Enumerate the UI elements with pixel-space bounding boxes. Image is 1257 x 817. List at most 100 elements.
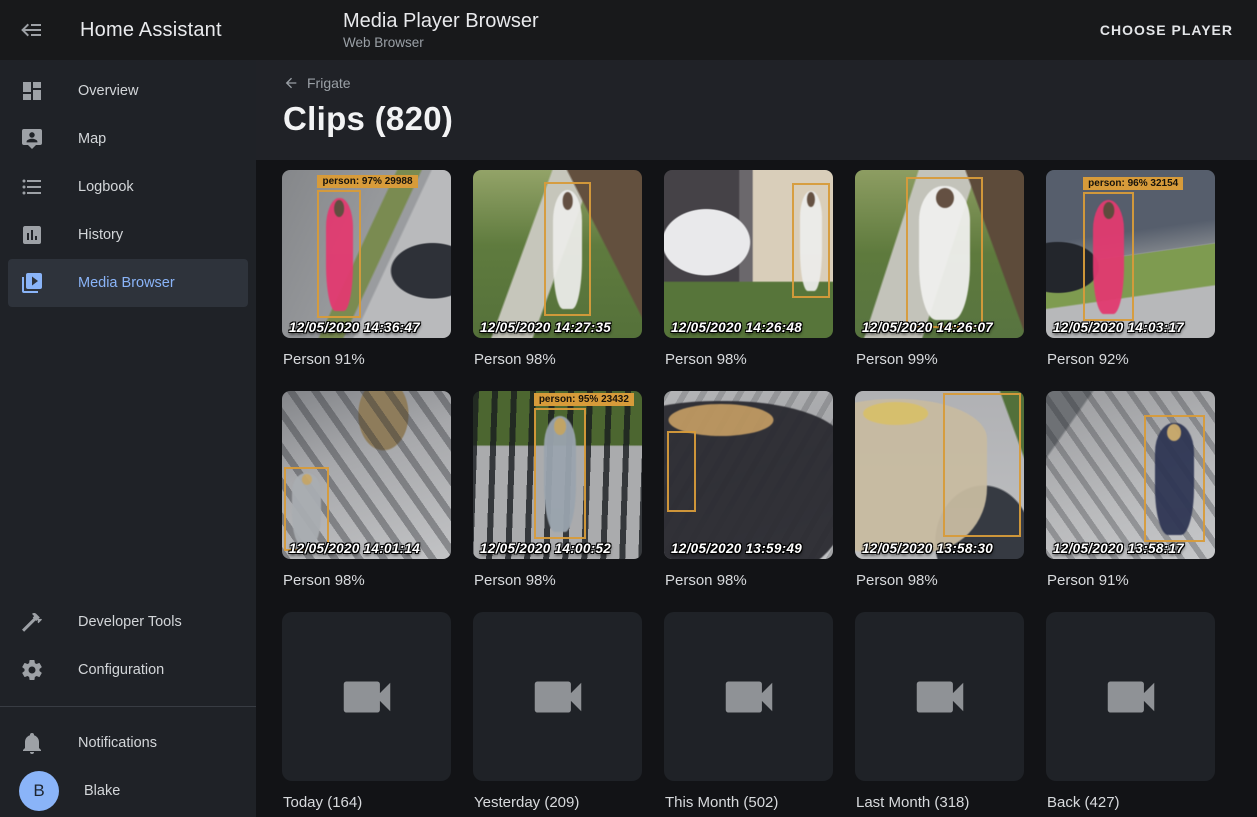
- folder-item: Last Month (318): [855, 612, 1024, 817]
- clip-thumbnail[interactable]: 12/05/2020 14:26:07: [855, 170, 1024, 338]
- clip-item: person: 96% 32154 12/05/2020 14:03:17 Pe…: [1046, 170, 1215, 391]
- map-icon: [20, 127, 44, 151]
- clip-item: person: 97% 29988 12/05/2020 14:36:47 Pe…: [282, 170, 451, 391]
- person-figure: [919, 186, 969, 320]
- folder-caption: Today (164): [283, 794, 451, 812]
- sidebar-toggle-icon[interactable]: [20, 18, 44, 42]
- sidebar-bottom-section: Developer Tools Configuration Notificati…: [0, 598, 256, 817]
- sidebar-item-label: Developer Tools: [78, 614, 182, 630]
- detection-box: [534, 408, 586, 539]
- detection-box: [906, 177, 984, 328]
- folder-thumbnail[interactable]: [282, 612, 451, 781]
- bell-icon: [20, 731, 44, 755]
- folder-item: Yesterday (209): [473, 612, 642, 817]
- clip-thumbnail[interactable]: 12/05/2020 13:58:30: [855, 391, 1024, 559]
- sidebar-item-overview[interactable]: Overview: [8, 67, 248, 115]
- video-icon: [1100, 666, 1162, 728]
- avatar: B: [19, 771, 59, 811]
- sidebar-item-media-browser[interactable]: Media Browser: [8, 259, 248, 307]
- sidebar-item-label: Map: [78, 131, 106, 147]
- sidebar-item-configuration[interactable]: Configuration: [8, 646, 248, 694]
- clip-timestamp: 12/05/2020 14:36:47: [289, 320, 420, 335]
- media-browser-icon: [20, 271, 44, 295]
- folder-thumbnail[interactable]: [1046, 612, 1215, 781]
- detection-label: person: 95% 23432: [534, 393, 634, 406]
- history-icon: [20, 223, 44, 247]
- logbook-icon: [20, 175, 44, 199]
- sidebar-item-profile[interactable]: B Blake: [8, 767, 248, 815]
- clip-caption: Person 98%: [474, 572, 642, 590]
- person-figure: [326, 198, 353, 311]
- sidebar-item-logbook[interactable]: Logbook: [8, 163, 248, 211]
- user-name-label: Blake: [84, 783, 120, 799]
- choose-player-button[interactable]: CHOOSE PLAYER: [1092, 14, 1241, 46]
- clip-thumbnail[interactable]: 12/05/2020 14:01:14: [282, 391, 451, 559]
- clip-caption: Person 98%: [856, 572, 1024, 590]
- clip-timestamp: 12/05/2020 14:00:52: [480, 541, 611, 556]
- detection-box: [943, 393, 1021, 537]
- clip-item: 12/05/2020 14:27:35 Person 98%: [473, 170, 642, 391]
- clip-item: 12/05/2020 13:58:17 Person 91%: [1046, 391, 1215, 612]
- person-figure: [292, 473, 320, 546]
- clip-timestamp: 12/05/2020 14:03:17: [1053, 320, 1184, 335]
- sidebar-item-notifications[interactable]: Notifications: [8, 719, 248, 767]
- media-grid: person: 97% 29988 12/05/2020 14:36:47 Pe…: [256, 160, 1257, 817]
- sidebar-item-history[interactable]: History: [8, 211, 248, 259]
- sidebar-item-label: Logbook: [78, 179, 134, 195]
- media-player-subtitle: Web Browser: [343, 35, 539, 50]
- video-icon: [718, 666, 780, 728]
- clip-caption: Person 91%: [1047, 572, 1215, 590]
- clip-timestamp: 12/05/2020 13:58:17: [1053, 541, 1184, 556]
- detection-box: [1144, 415, 1205, 543]
- person-figure: [553, 190, 582, 309]
- clip-item: 12/05/2020 14:26:07 Person 99%: [855, 170, 1024, 391]
- clip-thumbnail[interactable]: person: 97% 29988 12/05/2020 14:36:47: [282, 170, 451, 338]
- clip-timestamp: 12/05/2020 14:26:07: [862, 320, 993, 335]
- video-icon: [527, 666, 589, 728]
- folder-thumbnail[interactable]: [855, 612, 1024, 781]
- folder-caption: Last Month (318): [856, 794, 1024, 812]
- folder-thumbnail[interactable]: [473, 612, 642, 781]
- clip-item: person: 95% 23432 12/05/2020 14:00:52 Pe…: [473, 391, 642, 612]
- top-app-bar: Home Assistant Media Player Browser Web …: [0, 0, 1257, 60]
- video-icon: [909, 666, 971, 728]
- dashboard-icon: [20, 79, 44, 103]
- app-title: Home Assistant: [80, 19, 222, 42]
- sidebar-item-label: Media Browser: [78, 275, 175, 291]
- folder-caption: Back (427): [1047, 794, 1215, 812]
- clip-item: 12/05/2020 14:26:48 Person 98%: [664, 170, 833, 391]
- media-player-title: Media Player Browser: [343, 10, 539, 33]
- clip-item: 12/05/2020 13:59:49 Person 98%: [664, 391, 833, 612]
- clip-timestamp: 12/05/2020 14:27:35: [480, 320, 611, 335]
- clip-caption: Person 98%: [283, 572, 451, 590]
- clip-thumbnail[interactable]: person: 96% 32154 12/05/2020 14:03:17: [1046, 170, 1215, 338]
- person-figure: [1093, 200, 1125, 314]
- detection-box: [317, 190, 361, 318]
- clip-timestamp: 12/05/2020 14:01:14: [289, 541, 420, 556]
- gear-icon: [20, 658, 44, 682]
- person-figure: [800, 191, 823, 291]
- clip-thumbnail[interactable]: person: 95% 23432 12/05/2020 14:00:52: [473, 391, 642, 559]
- sidebar-divider: [0, 706, 256, 707]
- clip-thumbnail[interactable]: 12/05/2020 13:59:49: [664, 391, 833, 559]
- folder-caption: This Month (502): [665, 794, 833, 812]
- detection-box: [792, 183, 829, 297]
- clip-caption: Person 98%: [474, 351, 642, 369]
- folder-item: This Month (502): [664, 612, 833, 817]
- clip-caption: Person 92%: [1047, 351, 1215, 369]
- clip-thumbnail[interactable]: 12/05/2020 13:58:17: [1046, 391, 1215, 559]
- clip-thumbnail[interactable]: 12/05/2020 14:27:35: [473, 170, 642, 338]
- breadcrumb[interactable]: Frigate: [283, 75, 351, 91]
- page-title: Clips (820): [283, 100, 1257, 138]
- clip-caption: Person 99%: [856, 351, 1024, 369]
- sidebar-item-map[interactable]: Map: [8, 115, 248, 163]
- main-content: Frigate Clips (820) person: 97% 29988 12…: [256, 60, 1257, 817]
- clip-item: 12/05/2020 13:58:30 Person 98%: [855, 391, 1024, 612]
- sidebar: Overview Map Logbook History Media Brows…: [0, 60, 256, 817]
- sidebar-item-label: Configuration: [78, 662, 164, 678]
- sidebar-item-developer-tools[interactable]: Developer Tools: [8, 598, 248, 646]
- clip-timestamp: 12/05/2020 13:58:30: [862, 541, 993, 556]
- folder-thumbnail[interactable]: [664, 612, 833, 781]
- clip-thumbnail[interactable]: 12/05/2020 14:26:48: [664, 170, 833, 338]
- detection-label: person: 96% 32154: [1083, 177, 1183, 190]
